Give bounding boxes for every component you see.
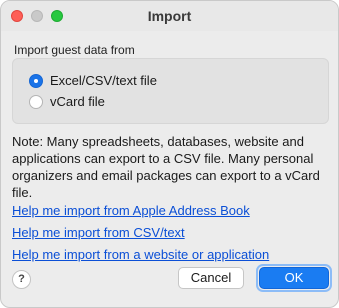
import-dialog: Import Import guest data from Excel/CSV/… (0, 0, 339, 308)
import-source-label: Import guest data from (14, 43, 135, 57)
radio-option-vcard[interactable]: vCard file (29, 94, 105, 109)
help-icon[interactable]: ? (12, 270, 31, 289)
link-import-website[interactable]: Help me import from a website or applica… (12, 247, 269, 262)
note-text: Note: Many spreadsheets, databases, webs… (12, 134, 320, 200)
import-source-group: Excel/CSV/text file vCard file (12, 58, 329, 124)
radio-option-csv[interactable]: Excel/CSV/text file (29, 73, 157, 88)
radio-button-unchecked[interactable] (29, 94, 43, 109)
link-import-apple-address-book[interactable]: Help me import from Apple Address Book (12, 203, 250, 218)
dialog-title: Import (147, 8, 192, 24)
radio-option-label: vCard file (50, 94, 105, 109)
radio-button-checked[interactable] (29, 73, 43, 88)
cancel-button[interactable]: Cancel (178, 267, 244, 289)
title-bar: Import (1, 1, 338, 31)
ok-button[interactable]: OK (259, 267, 329, 289)
radio-option-label: Excel/CSV/text file (50, 73, 157, 88)
link-import-csv-text[interactable]: Help me import from CSV/text (12, 225, 185, 240)
